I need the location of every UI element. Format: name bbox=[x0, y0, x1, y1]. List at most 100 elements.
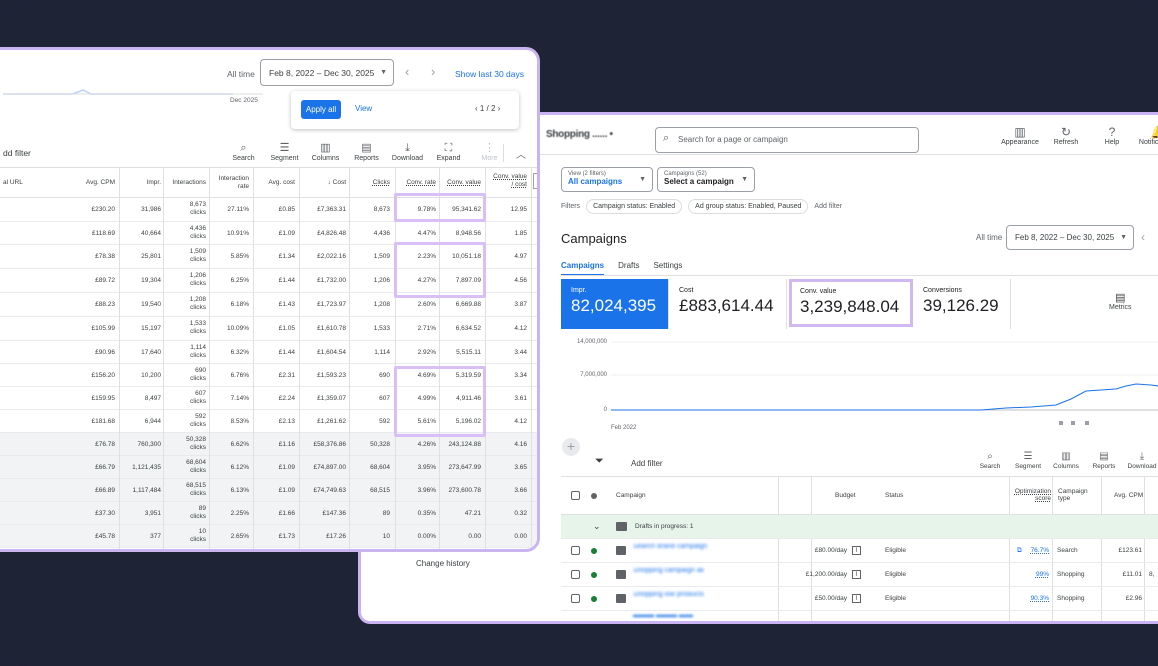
tab-drafts[interactable]: Drafts bbox=[618, 261, 639, 276]
metrics-button[interactable]: ▤ Metrics bbox=[1109, 291, 1132, 311]
metric-card-cost[interactable]: Cost £883,614.44 bbox=[669, 279, 787, 329]
interactions: 89 clicks bbox=[161, 505, 206, 520]
header-avg-cpm[interactable]: Avg. CPM bbox=[1114, 492, 1143, 499]
impressions: 19,540 bbox=[141, 301, 161, 308]
interactions-unit: clicks bbox=[190, 466, 206, 474]
header-clicks[interactable]: Clicks bbox=[348, 179, 390, 187]
table-row[interactable]: Search brand campaign £80.00/day ⌇ Eligible… bbox=[561, 539, 1158, 563]
tool-expand[interactable]: ⛶ Expand bbox=[428, 141, 469, 162]
optimization-score[interactable]: 76.7% bbox=[1021, 547, 1049, 554]
table-row[interactable]: Shopping campaign all £1,200.00/day ⌇ Eligi… bbox=[561, 563, 1158, 587]
header-optimization-score[interactable]: Optimization score bbox=[1013, 488, 1051, 502]
header-line: / cost bbox=[511, 181, 527, 188]
search-input[interactable]: ⌕ Search for a page or campaign bbox=[655, 127, 919, 153]
change-history-link[interactable]: Change history bbox=[416, 559, 470, 568]
highlight-box bbox=[394, 366, 486, 437]
metric-label: Conv. value bbox=[800, 288, 837, 295]
date-range-picker[interactable]: Feb 8, 2022 – Dec 30, 2025 ▼ bbox=[1006, 225, 1134, 250]
metric-card-conv-value[interactable]: Conv. value 3,239,848.04 bbox=[789, 279, 913, 327]
header-avg-cpm[interactable]: Avg. CPM bbox=[63, 179, 115, 187]
tool-segment[interactable]: ☰ Segment bbox=[264, 141, 305, 162]
header-interaction-rate[interactable]: Interaction rate bbox=[209, 175, 249, 191]
chevron-left-icon[interactable]: ‹ bbox=[405, 64, 409, 79]
header-interactions[interactable]: Interactions bbox=[161, 179, 206, 187]
chart-icon[interactable]: ⌇ bbox=[852, 570, 861, 579]
table-row[interactable]: £66.89 1,117,484 6.13% £1.09 £74,749.63 68,51… bbox=[0, 479, 537, 502]
filter-chip-campaign-status[interactable]: Campaign status: Enabled bbox=[586, 199, 683, 214]
header-impr[interactable]: Impr. bbox=[119, 179, 161, 187]
tool-appearance[interactable]: ▥ Appearance bbox=[997, 125, 1043, 146]
tab-campaigns[interactable]: Campaigns bbox=[561, 261, 605, 276]
divider bbox=[503, 144, 504, 162]
campaign-name[interactable]: Shopping low products bbox=[633, 592, 713, 604]
optimization-score[interactable]: 90.3% bbox=[1021, 595, 1049, 602]
budget-value: £80.00/day bbox=[814, 547, 847, 554]
tool-refresh[interactable]: ↻ Refresh bbox=[1043, 125, 1089, 146]
campaign-selector[interactable]: Campaigns (52) Select a campaign ▼ bbox=[657, 167, 755, 192]
table-row[interactable]: £37.30 3,951 2.25% £1.66 £147.36 89 0.35% 47.21… bbox=[0, 502, 537, 525]
chevron-left-icon[interactable]: ‹ bbox=[1141, 230, 1145, 244]
account-name[interactable]: Shopping ...... • bbox=[546, 129, 613, 140]
avg-cpm: £156.20 bbox=[91, 372, 116, 379]
chevron-up-icon[interactable]: ︿ bbox=[516, 146, 526, 161]
tool-help[interactable]: ? Help bbox=[1089, 125, 1135, 146]
interactions-value: 89 bbox=[198, 505, 206, 512]
apply-all-button[interactable]: Apply all bbox=[301, 100, 341, 119]
tool-notifications[interactable]: 🔔Notifications bbox=[1135, 125, 1158, 146]
header-cost[interactable]: ↓ Cost bbox=[298, 179, 346, 187]
add-filter-link[interactable]: Add filter bbox=[814, 203, 842, 210]
chart-icon[interactable]: ⌇ bbox=[852, 594, 861, 603]
header-conv-value-cost[interactable]: Conv. value / cost bbox=[483, 173, 527, 189]
tab-settings[interactable]: Settings bbox=[653, 261, 682, 276]
table-row[interactable]: £90.96 17,640 6.32% £1.44 £1,604.54 1,114 2.92… bbox=[0, 341, 537, 364]
metric-card-conversions[interactable]: Conversions 39,126.29 bbox=[913, 279, 1011, 329]
view-link[interactable]: View bbox=[355, 104, 372, 113]
view-selector[interactable]: View (2 filters) All campaigns ▼ bbox=[561, 167, 653, 192]
chart-icon[interactable]: ⌇ bbox=[852, 546, 861, 555]
chevron-right-icon[interactable]: › bbox=[431, 64, 435, 79]
tool-segment[interactable]: ☰ Segment bbox=[1009, 451, 1047, 470]
header-final-url[interactable]: al URL bbox=[3, 179, 23, 187]
drafts-row[interactable]: ⌄ Drafts in progress: 1 bbox=[561, 515, 1158, 539]
add-filter-button[interactable]: Add filter bbox=[631, 459, 663, 468]
horizontal-scrollbar[interactable] bbox=[779, 621, 1158, 624]
campaign-name[interactable]: Search brand campaign bbox=[633, 544, 713, 556]
tool-reports[interactable]: ▤ Reports bbox=[346, 141, 387, 162]
table-row[interactable]: £66.79 1,121,435 6.12% £1.09 £74,897.00 68,60… bbox=[0, 456, 537, 479]
table-row[interactable]: £105.99 15,197 10.09% £1.05 £1,610.78 1,533 2.… bbox=[0, 317, 537, 341]
header-conv-value[interactable]: Conv. value bbox=[435, 179, 481, 187]
appearance-icon: ▥ bbox=[1014, 125, 1026, 139]
date-range-picker[interactable]: Feb 8, 2022 – Dec 30, 2025 ▼ bbox=[260, 59, 394, 86]
filters-label: Filters bbox=[561, 203, 581, 210]
header-conv-rate[interactable]: Conv. rate bbox=[393, 179, 436, 187]
table-row[interactable]: £45.78 377 2.65% £1.73 £17.26 10 0.00% 0.00 0.00… bbox=[0, 525, 537, 548]
show-last-30-days-link[interactable]: Show last 30 days bbox=[455, 69, 524, 79]
select-all-checkbox[interactable] bbox=[571, 491, 580, 500]
tool-columns[interactable]: ▥ Columns bbox=[305, 141, 346, 162]
tool-download[interactable]: ⤓ Download bbox=[387, 141, 428, 162]
row-checkbox[interactable] bbox=[571, 594, 580, 603]
tool-columns[interactable]: ▥ Columns bbox=[1047, 451, 1085, 470]
chevron-down-icon[interactable]: ⌄ bbox=[593, 521, 601, 532]
tool-search[interactable]: ⌕ Search bbox=[223, 141, 264, 162]
row-checkbox[interactable] bbox=[571, 546, 580, 555]
add-filter-button[interactable]: dd filter bbox=[3, 148, 31, 158]
header-campaign[interactable]: Campaign bbox=[616, 492, 646, 499]
row-checkbox[interactable] bbox=[571, 570, 580, 579]
optimization-score[interactable]: 99% bbox=[1021, 571, 1049, 578]
filter-chip-ad-group-status[interactable]: Ad group status: Enabled, Paused bbox=[688, 199, 809, 214]
header-status[interactable]: Status bbox=[885, 492, 903, 499]
header-avg-cost[interactable]: Avg. cost bbox=[249, 179, 295, 187]
header-budget[interactable]: Budget bbox=[835, 492, 856, 499]
tool-download[interactable]: ⤓ Download bbox=[1123, 451, 1158, 470]
tool-label: Reports bbox=[1092, 463, 1116, 470]
table-row[interactable]: Shopping low products £50.00/day ⌇ Eligible… bbox=[561, 587, 1158, 611]
header-campaign-type[interactable]: Campaign type bbox=[1058, 488, 1094, 502]
metric-card-impr[interactable]: Impr. 82,024,395 bbox=[561, 279, 669, 329]
filter-icon[interactable]: ⏷ bbox=[595, 455, 604, 468]
tool-search[interactable]: ⌕ Search bbox=[971, 451, 1009, 470]
clicks: 1,114 bbox=[374, 349, 390, 356]
tool-reports[interactable]: ▤ Reports bbox=[1085, 451, 1123, 470]
campaign-name[interactable]: Shopping campaign all bbox=[633, 568, 713, 580]
pager[interactable]: ‹ 1 / 2 › bbox=[475, 104, 500, 113]
